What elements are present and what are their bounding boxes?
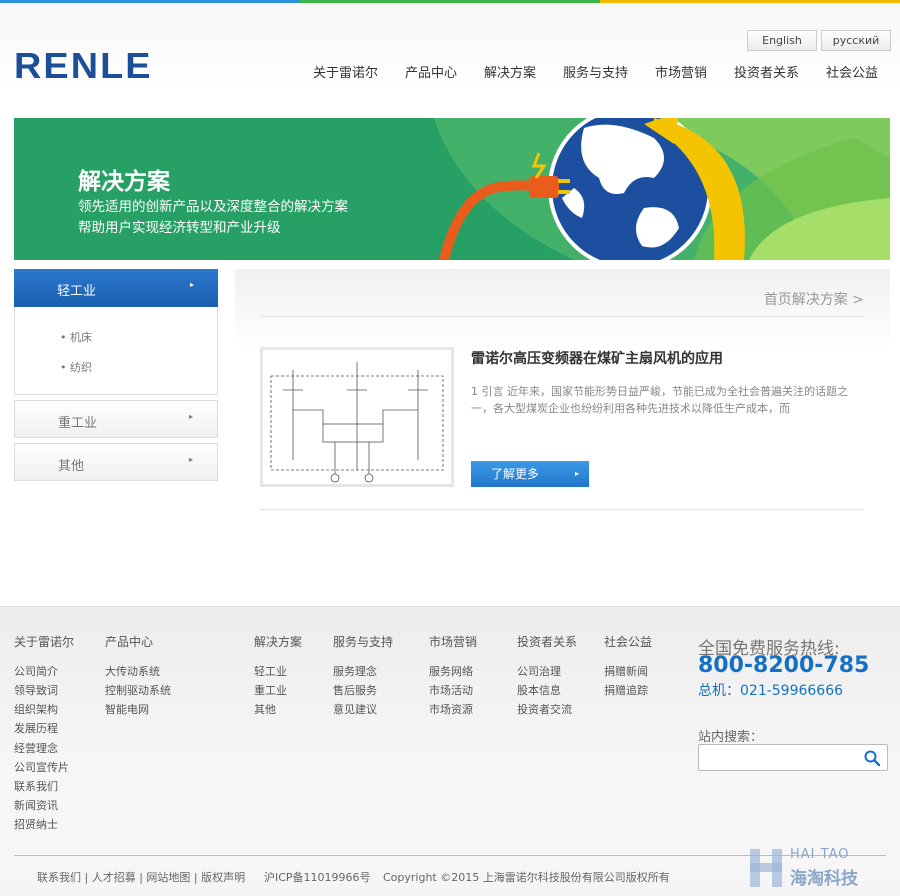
article-title[interactable]: 雷诺尔高压变频器在煤矿主扇风机的应用 [471, 348, 723, 368]
learn-more-label: 了解更多 [491, 467, 540, 481]
search-label: 站内搜索： [698, 730, 764, 745]
nav-service[interactable]: 服务与支持 [563, 62, 628, 81]
search-icon[interactable] [863, 749, 881, 767]
main-phone: 总机：021-59966666 [698, 683, 844, 699]
footer-link[interactable]: 股本信息 [517, 682, 561, 698]
nav-investors[interactable]: 投资者关系 [734, 62, 799, 81]
footer-link[interactable]: 重工业 [254, 682, 287, 698]
footer-link[interactable]: 新闻资讯 [14, 797, 58, 813]
footer-link[interactable]: 发展历程 [14, 720, 58, 736]
nav-products[interactable]: 产品中心 [405, 62, 457, 81]
arrow-right-icon: ▸ [574, 469, 579, 478]
article-excerpt: 1 引言 近年来，国家节能形势日益严峻，节能已成为全社会普遍关注的话题之一，各大… [471, 385, 848, 415]
sidebar-sub-textile[interactable]: • 纺织 [60, 359, 92, 375]
arrow-right-icon: ▸ [189, 280, 194, 289]
watermark-cn: 海淘科技 [790, 869, 858, 889]
sidebar-item-label: 其他 [58, 459, 85, 474]
arrow-right-icon: ▸ [188, 455, 193, 464]
circuit-diagram-image [270, 362, 444, 483]
banner-line-1: 领先适用的创新产品以及深度整合的解决方案 [78, 199, 348, 215]
content-header [235, 269, 890, 349]
footer-link[interactable]: 智能电网 [105, 701, 149, 717]
footer-link[interactable]: 公司简介 [14, 663, 58, 679]
footer-link[interactable]: 大传动系统 [105, 663, 160, 679]
nav-marketing[interactable]: 市场营销 [655, 62, 707, 81]
footer-col-title[interactable]: 服务与支持 [333, 633, 393, 650]
footer-link[interactable]: 领导致词 [14, 682, 58, 698]
sidebar-item-other[interactable]: 其他 ▸ [14, 443, 218, 481]
hotline-number: 800-8200-785 [698, 653, 870, 678]
footer-link[interactable]: 轻工业 [254, 663, 287, 679]
footer-link[interactable]: 招贤纳士 [14, 816, 58, 832]
watermark-logo: HAI TAO 海淘科技 [728, 845, 890, 893]
footer-col-title[interactable]: 关于雷诺尔 [14, 633, 74, 650]
watermark-en: HAI TAO [790, 847, 850, 862]
lang-english-button[interactable]: English [747, 30, 817, 51]
footer-link[interactable]: 经营理念 [14, 740, 58, 756]
nav-solutions[interactable]: 解决方案 [484, 62, 536, 81]
footer-link[interactable]: 服务网络 [429, 663, 473, 679]
search-input[interactable] [703, 748, 853, 767]
sidebar-item-label: 重工业 [58, 416, 98, 431]
footer-link[interactable]: 公司宣传片 [14, 759, 69, 775]
footer-link[interactable]: 售后服务 [333, 682, 377, 698]
footer-col-title[interactable]: 社会公益 [604, 633, 652, 650]
footer-link[interactable]: 意见建议 [333, 701, 377, 717]
logo[interactable]: RENLE [14, 48, 153, 84]
footer-link[interactable]: 市场活动 [429, 682, 473, 698]
breadcrumb[interactable]: 首页解决方案 > [764, 289, 864, 309]
footer-link[interactable]: 投资者交流 [517, 701, 572, 717]
copyright: Copyright ©2015 上海雷诺尔科技股份有限公司版权所有 [383, 871, 670, 884]
footer-link[interactable]: 其他 [254, 701, 276, 717]
footer-bottom-links[interactable]: 联系我们 | 人才招募 | 网站地图 | 版权声明 [37, 869, 245, 885]
banner: 解决方案 领先适用的创新产品以及深度整合的解决方案 帮助用户实现经济转型和产业升… [14, 118, 890, 260]
article-thumbnail[interactable] [260, 347, 454, 487]
sidebar-submenu [14, 307, 218, 395]
sidebar-item-heavy-industry[interactable]: 重工业 ▸ [14, 400, 218, 438]
arrow-right-icon: ▸ [188, 412, 193, 421]
footer-col-title[interactable]: 投资者关系 [517, 633, 577, 650]
nav-charity[interactable]: 社会公益 [826, 62, 878, 81]
footer-link[interactable]: 市场资源 [429, 701, 473, 717]
footer-link[interactable]: 捐赠新闻 [604, 663, 648, 679]
footer-link[interactable]: 捐赠追踪 [604, 682, 648, 698]
divider [260, 316, 864, 317]
icp-number[interactable]: 沪ICP备11019966号 [264, 869, 371, 885]
footer-link[interactable]: 组织架构 [14, 701, 58, 717]
nav-about[interactable]: 关于雷诺尔 [313, 62, 378, 81]
footer-link[interactable]: 公司治理 [517, 663, 561, 679]
lang-russian-button[interactable]: русский [821, 30, 891, 51]
footer-col-title[interactable]: 解决方案 [254, 633, 302, 650]
divider [260, 509, 864, 510]
banner-title: 解决方案 [78, 169, 170, 195]
sidebar-item-label: 轻工业 [57, 284, 97, 299]
search-box [698, 744, 888, 771]
footer-col-title[interactable]: 市场营销 [429, 633, 477, 650]
footer-link[interactable]: 服务理念 [333, 663, 377, 679]
sidebar-item-light-industry[interactable]: 轻工业 ▸ [14, 269, 218, 307]
footer-link[interactable]: 联系我们 [14, 778, 58, 794]
banner-line-2: 帮助用户实现经济转型和产业升级 [78, 220, 281, 236]
learn-more-button[interactable]: 了解更多 ▸ [471, 461, 589, 487]
sidebar-sub-machine-tool[interactable]: • 机床 [60, 329, 92, 345]
footer-col-title[interactable]: 产品中心 [105, 633, 153, 650]
footer-link[interactable]: 控制驱动系统 [105, 682, 171, 698]
